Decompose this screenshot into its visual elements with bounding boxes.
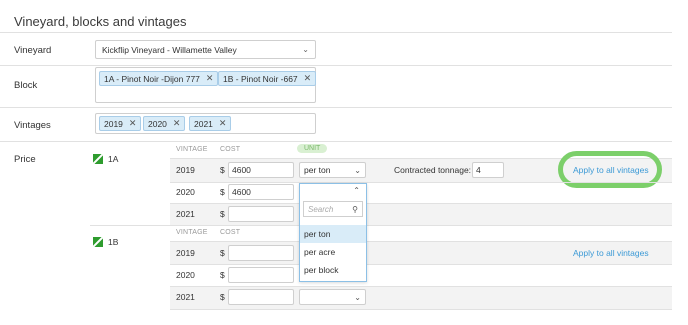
unit-option-per-acre[interactable]: per acre (300, 243, 366, 261)
vintage-tag-2019: 2019 ✕ (99, 116, 142, 131)
divider (170, 203, 672, 204)
price-label: Price (14, 154, 36, 165)
apply-to-all-vintages-link[interactable]: Apply to all vintages (573, 165, 649, 175)
divider (0, 141, 672, 142)
divider (170, 182, 672, 183)
block-tag-1a: 1A - Pinot Noir -Dijon 777 ✕ (99, 71, 219, 86)
header-vintage: VINTAGE (176, 146, 208, 153)
unit-dropdown[interactable]: ⌃ Search ⚲ per ton per acre per block (299, 183, 367, 282)
header-vintage: VINTAGE (176, 229, 208, 236)
contracted-tonnage-input[interactable]: 4 (472, 162, 504, 178)
cost-input[interactable]: 4600 (228, 184, 294, 200)
divider (0, 65, 672, 66)
chevron-down-icon: ⌄ (354, 165, 361, 175)
currency-symbol: $ (220, 248, 225, 258)
block-tag-1b: 1B - Pinot Noir -667 ✕ (218, 71, 317, 86)
header-cost: COST (220, 229, 241, 236)
vintages-label: Vintages (14, 120, 51, 131)
vintage-tag-2020: 2020 ✕ (143, 116, 186, 131)
divider (0, 32, 672, 33)
divider (0, 107, 672, 108)
cost-value: 4600 (232, 187, 251, 197)
contracted-tonnage-value: 4 (476, 165, 481, 175)
divider (170, 241, 672, 242)
divider (170, 264, 672, 265)
vintage-year: 2019 (176, 248, 195, 258)
vineyard-label: Vineyard (14, 45, 52, 56)
divider (90, 225, 672, 226)
header-cost: COST (220, 146, 241, 153)
unit-select[interactable]: ⌄ (299, 289, 366, 305)
divider (170, 286, 672, 287)
chevron-up-icon: ⌃ (353, 186, 360, 195)
header-unit: UNIT (297, 144, 328, 153)
vintage-year: 2021 (176, 209, 195, 219)
vintage-year: 2020 (176, 270, 195, 280)
block-label: Block (14, 80, 38, 91)
vintage-year: 2021 (176, 292, 195, 302)
close-icon[interactable]: ✕ (173, 118, 181, 129)
divider (170, 309, 672, 310)
vineyard-select[interactable]: Kickflip Vineyard - Willamette Valley ⌄ (95, 40, 316, 59)
cost-input[interactable]: 4600 (228, 162, 294, 178)
unit-select[interactable]: per ton ⌄ (299, 162, 366, 178)
search-icon: ⚲ (352, 204, 358, 214)
vintage-tag-label: 2021 (194, 118, 213, 129)
close-icon[interactable]: ✕ (219, 118, 227, 129)
vineyard-value: Kickflip Vineyard - Willamette Valley (102, 44, 237, 55)
block-tag-label: 1B - Pinot Noir -667 (223, 73, 298, 84)
vintage-tag-2021: 2021 ✕ (189, 116, 232, 131)
vintage-tag-label: 2020 (148, 118, 167, 129)
cost-value: 4600 (232, 165, 251, 175)
close-icon[interactable]: ✕ (129, 118, 137, 129)
currency-symbol: $ (220, 292, 225, 302)
block-multiselect[interactable]: 1A - Pinot Noir -Dijon 777 ✕ 1B - Pinot … (95, 67, 317, 103)
unit-option-per-block[interactable]: per block (300, 261, 366, 279)
apply-to-all-vintages-link[interactable]: Apply to all vintages (573, 248, 649, 258)
vintage-year: 2020 (176, 187, 195, 197)
block-status-icon (93, 237, 103, 247)
cost-input[interactable] (228, 267, 294, 283)
chevron-down-icon: ⌄ (302, 45, 309, 54)
cost-input[interactable] (228, 289, 294, 305)
search-placeholder: Search (308, 204, 334, 214)
unit-option-per-ton[interactable]: per ton (300, 225, 366, 243)
contracted-tonnage-label: Contracted tonnage: (394, 165, 472, 175)
chevron-down-icon: ⌄ (354, 292, 361, 302)
vintages-multiselect[interactable]: 2019 ✕ 2020 ✕ 2021 ✕ (95, 113, 316, 134)
unit-search-input[interactable]: Search ⚲ (303, 201, 363, 217)
section-title: Vineyard, blocks and vintages (14, 14, 187, 29)
unit-value: per ton (304, 165, 331, 175)
block-name-1a: 1A (108, 154, 119, 164)
close-icon[interactable]: ✕ (304, 73, 312, 84)
block-tag-label: 1A - Pinot Noir -Dijon 777 (104, 73, 200, 84)
block-status-icon (93, 154, 103, 164)
close-icon[interactable]: ✕ (206, 73, 214, 84)
block-name-1b: 1B (108, 237, 119, 247)
vintage-year: 2019 (176, 165, 195, 175)
currency-symbol: $ (220, 209, 225, 219)
cost-input[interactable] (228, 206, 294, 222)
currency-symbol: $ (220, 165, 225, 175)
vintage-tag-label: 2019 (104, 118, 123, 129)
currency-symbol: $ (220, 187, 225, 197)
currency-symbol: $ (220, 270, 225, 280)
unit-dropdown-header[interactable]: ⌃ (300, 184, 366, 201)
cost-input[interactable] (228, 245, 294, 261)
